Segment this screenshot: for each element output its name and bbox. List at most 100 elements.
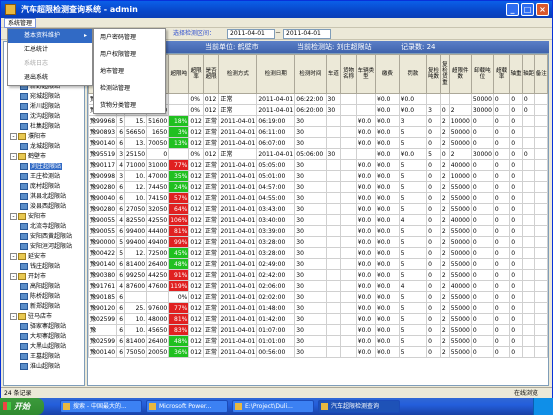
table-row[interactable]: 豫 6 10. 45650 83% 012 正常 2011-04-01 01:07:00 30 ¥0… (88, 324, 548, 336)
column-header[interactable]: 轴距 (521, 54, 536, 94)
table-row[interactable]: 豫95519 3 25150 0 0% 012 正常 2011-04-01 05:06:00 30… (88, 148, 548, 160)
table-row[interactable]: 豫90280 6 27050 32050 64% 012 正常 2011-04-01 03:43… (88, 203, 548, 215)
taskbar-item-powerpoint[interactable]: Microsoft Power... (146, 400, 228, 413)
end-date-field[interactable]: 2011-04-01 (283, 29, 331, 39)
menu-item-exit[interactable]: 退出系统 (8, 71, 92, 85)
collapse-icon[interactable]: - (10, 273, 17, 280)
taskbar-item-explorer[interactable]: E:\Project\Duli... (232, 400, 314, 413)
submenu-cargo-category[interactable]: 货物分类管理 (94, 97, 165, 114)
table-row[interactable]: 豫90055 6 99400 44400 81% 012 正常 2011-04-01 03:39… (88, 225, 548, 237)
menu-system[interactable]: 系统管理 (4, 18, 37, 28)
tree-station-node[interactable]: 驿家寨超限站 (4, 322, 84, 332)
submenu-user-permission[interactable]: 用户权限管理 (94, 46, 165, 63)
table-row[interactable]: 豫90998 3 10. 47000 35% 012 正常 2011-04-01 05:01:0… (88, 170, 548, 182)
collapse-icon[interactable]: - (10, 213, 17, 220)
start-date-field[interactable]: 2011-04-01 (227, 29, 275, 39)
tree-city-node[interactable]: - 安阳市 (4, 212, 84, 222)
column-header[interactable]: 超限吨 (168, 54, 190, 94)
table-cell: 0 (509, 225, 523, 237)
tree-station-node[interactable]: 杜集超限站 (4, 122, 84, 132)
submenu-city-management[interactable]: 地市管理 (94, 63, 165, 80)
table-cell: 豫90120 (88, 302, 118, 314)
tree-station-node[interactable]: 安阳洹河超限站 (4, 242, 84, 252)
tree-station-node[interactable]: 钱庄超限站 (4, 262, 84, 272)
table-row[interactable]: 豫90000 5 99400 49400 99% 012 正常 2011-04-01 03:28… (88, 236, 548, 248)
column-header[interactable]: 超载率 (492, 54, 511, 94)
table-row[interactable]: 豫90040 6 10. 74150 57% 012 正常 2011-04-01 04:55:0… (88, 192, 548, 204)
table-row[interactable]: 豫02599 6 81400 26400 48% 012 正常 2011-04-01 01:01… (88, 335, 548, 347)
table-row[interactable]: 豫90380 6 99250 44250 91% 012 正常 2011-04-01 02:42… (88, 269, 548, 281)
tree-city-node[interactable]: - 延安市 (4, 252, 84, 262)
submenu-station-management[interactable]: 检测站管理 (94, 80, 165, 97)
tree-station-node[interactable]: 刘庄超限站 (4, 162, 84, 172)
minimize-button[interactable]: _ (506, 3, 519, 16)
column-header[interactable]: 复检吨数 (426, 54, 441, 94)
tree-station-node[interactable]: 淮山超限站 (4, 362, 84, 372)
tree-station-node[interactable]: 龙城超限站 (4, 142, 84, 152)
taskbar-item-app[interactable]: 汽车超限检测查询 (318, 400, 400, 413)
title-bar[interactable]: 汽车超限检测查询系统 - admin _ □ × (1, 1, 552, 18)
column-header[interactable]: 车辆类型 (355, 54, 377, 94)
column-header[interactable]: 是否超限 (202, 54, 220, 94)
tree-station-node[interactable]: 庞村超限站 (4, 182, 84, 192)
tree-station-node[interactable]: 淇县北超限站 (4, 192, 84, 202)
column-header[interactable]: 缴费 (375, 54, 400, 94)
tree-station-node[interactable]: 大坝寨超限站 (4, 332, 84, 342)
table-row[interactable]: 豫90185 6 0% 012 正常 2011-04-01 02:02:00 30 ¥0.0 ¥0… (88, 291, 548, 303)
tree-station-node[interactable]: 陈桥超限站 (4, 292, 84, 302)
close-button[interactable]: × (536, 3, 549, 16)
menu-item-summary[interactable]: 汇总统计 (8, 43, 92, 57)
table-row[interactable]: 豫90120 6 25. 97600 77% 012 正常 2011-04-01 01:48:0… (88, 302, 548, 314)
table-row[interactable]: 豫91761 4 87600 47600 119% 012 正常 2011-04-01 02:0… (88, 280, 548, 292)
column-header[interactable]: 货物名称 (340, 54, 357, 94)
tree-station-node[interactable]: 淅川超限站 (4, 102, 84, 112)
tree-station-node[interactable]: 沈沟超限站 (4, 112, 84, 122)
table-row[interactable]: 豫02599 6 10. 48000 81% 012 正常 2011-04-01 01:42:0… (88, 313, 548, 325)
column-header[interactable]: 超限件数 (448, 54, 472, 94)
collapse-icon[interactable]: - (10, 133, 17, 140)
menu-item-basic-data[interactable]: 基本资料维护 ▸ (8, 29, 92, 43)
table-cell: 1650 (146, 126, 170, 138)
column-header[interactable]: 车道 (325, 54, 342, 94)
tree-station-node[interactable]: 高阳超限站 (4, 282, 84, 292)
table-cell: 0% (188, 104, 204, 116)
table-row[interactable]: 豫90140 6 81400 26400 48% 012 正常 2011-04-01 02:49… (88, 258, 548, 270)
table-row[interactable]: 豫00140 6 75050 20050 36% 012 正常 2011-04-01 00:56… (88, 346, 548, 358)
tree-station-node[interactable]: 安阳西黄超限站 (4, 232, 84, 242)
table-row[interactable]: 豫90117 4 71000 31000 77% 012 正常 2011-04-01 05:05… (88, 159, 548, 171)
maximize-button[interactable]: □ (521, 3, 534, 16)
column-header[interactable]: 超限率 (188, 54, 204, 94)
column-header[interactable]: 复检货重 (439, 54, 450, 94)
column-header[interactable]: 罚款 (398, 54, 428, 94)
collapse-icon[interactable]: - (10, 313, 17, 320)
table-row[interactable]: 豫90280 6 12. 74450 24% 012 正常 2011-04-01 04:57:0… (88, 181, 548, 193)
start-button[interactable]: 开始 (0, 398, 44, 415)
tree-station-node[interactable]: 新郑超限站 (4, 302, 84, 312)
tree-city-node[interactable]: - 鹤壁市 (4, 152, 84, 162)
table-row[interactable]: 豫99968 5 15. 51600 18% 012 正常 2011-04-01 06:19:0… (88, 115, 548, 127)
tree-station-node[interactable]: 北流寺超限站 (4, 222, 84, 232)
collapse-icon[interactable]: - (10, 253, 17, 260)
tree-city-node[interactable]: - 濮阳市 (4, 132, 84, 142)
table-row[interactable]: 豫90055 4 82550 42550 106% 012 正常 2011-04-01 03:4… (88, 214, 548, 226)
tree-city-node[interactable]: - 驻马店市 (4, 312, 84, 322)
table-row[interactable]: 豫90140 6 13. 70050 13% 012 正常 2011-04-01 06:07:0… (88, 137, 548, 149)
tree-station-node[interactable]: 王墓超限站 (4, 352, 84, 362)
column-header[interactable]: 卸载吨位 (470, 54, 494, 94)
column-header[interactable]: 检测方式 (218, 54, 258, 94)
tree-station-node[interactable]: 宛城超限站 (4, 92, 84, 102)
collapse-icon[interactable]: - (10, 153, 17, 160)
column-header[interactable]: 检测时间 (294, 54, 327, 94)
table-row[interactable]: 豫00422 5 12. 72500 45% 012 正常 2011-04-01 03:28:0… (88, 247, 548, 259)
submenu-user-password[interactable]: 用户密码管理 (94, 29, 165, 46)
column-header[interactable]: 轴重 (509, 54, 523, 94)
table-row[interactable]: 豫90893 6 56650 1650 3% 012 正常 2011-04-01 06:11:0… (88, 126, 548, 138)
taskbar-item-browser[interactable]: 搜索 - 中国最大的... (60, 400, 142, 413)
column-header[interactable]: 检测日期 (256, 54, 296, 94)
tree-station-node[interactable]: 王庄检测站 (4, 172, 84, 182)
tree-station-node[interactable]: 浚县西超限站 (4, 202, 84, 212)
tree-station-node[interactable]: 大黑山超限站 (4, 342, 84, 352)
column-header[interactable]: 备注 (534, 54, 548, 94)
tree-city-node[interactable]: - 开封市 (4, 272, 84, 282)
table-cell: 0 (426, 313, 441, 325)
